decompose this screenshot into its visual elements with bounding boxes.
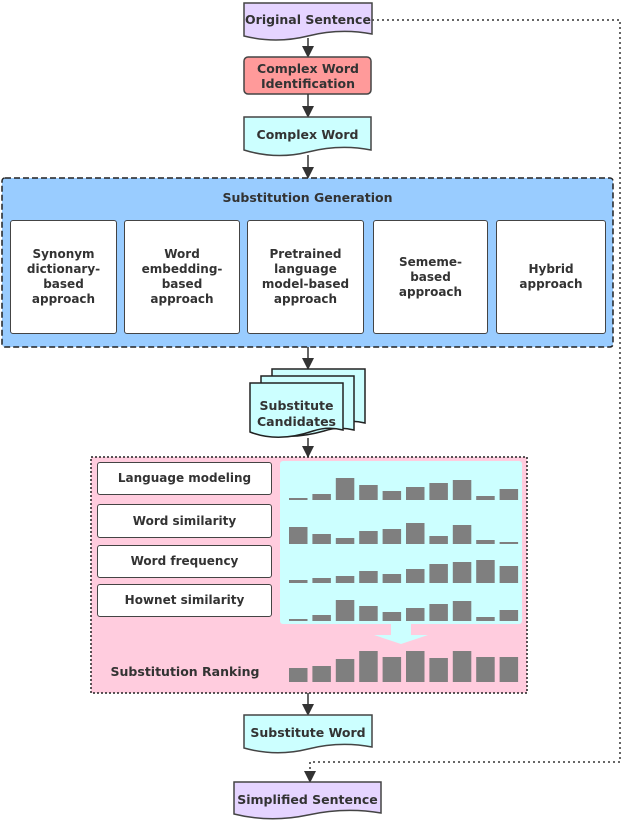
feature-1-bar-2 [335, 538, 355, 544]
feature-1-bar-1 [312, 534, 331, 544]
feature-3-bar-8 [476, 617, 495, 621]
feature-2-bar-8 [476, 560, 495, 583]
ranking-bar-4 [382, 657, 402, 682]
feature-1-bar-7 [452, 525, 472, 544]
ranking-bar-5 [406, 651, 425, 682]
ranking-bar-0 [289, 668, 308, 682]
diagram: Original Sentence Complex Word Identific… [0, 0, 628, 822]
feature-0-bar-9 [499, 489, 519, 500]
feature-1-bar-3 [359, 531, 378, 544]
ranking-bar-1 [312, 666, 331, 682]
feature-0-bar-7 [452, 480, 472, 500]
original-sentence-label: Original Sentence [245, 11, 371, 27]
feature-1-bar-0 [289, 527, 308, 544]
ranking-title: Substitution Ranking [110, 663, 260, 679]
feature-0-bar-6 [429, 483, 448, 500]
feature-0-bar-4 [382, 491, 402, 500]
approach-hybrid: Hybrid approach [496, 220, 606, 334]
feature-0-bar-5 [406, 487, 425, 500]
feature-0-bar-3 [359, 485, 378, 500]
feature-3-bar-4 [382, 612, 402, 621]
complex-word-label: Complex Word [256, 126, 359, 142]
ranking-bar-3 [359, 651, 378, 682]
feature-0-bar-8 [476, 496, 495, 500]
feature-1-bar-4 [382, 529, 402, 544]
feature-3-bar-5 [406, 608, 425, 621]
feature-3-bar-9 [499, 610, 519, 621]
substitute-word-label: Substitute Word [250, 724, 366, 740]
approach-pretrained: Pretrained language model-based approach [247, 220, 364, 334]
feature-3-bar-6 [429, 604, 448, 621]
feature-2-bar-6 [429, 564, 448, 583]
ranking-bar-8 [476, 657, 495, 682]
feature-0-bar-0 [289, 498, 308, 500]
feature-word-frequency: Word frequency [97, 545, 272, 578]
feature-0-bar-2 [335, 478, 355, 500]
ranking-bar-2 [335, 659, 355, 682]
feature-1-bar-5 [406, 523, 425, 544]
ranking-bar-7 [452, 651, 472, 682]
approach-synonym: Synonym dictionary-based approach [10, 220, 117, 334]
candidates-label: Substitute Candidates [256, 398, 337, 429]
feature-2-bar-2 [335, 576, 355, 583]
feature-2-bar-5 [406, 569, 425, 583]
feature-1-bar-6 [429, 536, 448, 544]
approach-sememe: Sememe-based approach [373, 220, 488, 334]
generation-title: Substitution Generation [222, 189, 393, 205]
ranking-bar-9 [499, 657, 519, 682]
feature-word-similarity: Word similarity [97, 504, 272, 538]
feature-3-bar-1 [312, 615, 331, 621]
feature-2-bar-0 [289, 580, 308, 583]
feature-0-bar-1 [312, 494, 331, 500]
feature-3-bar-7 [452, 601, 472, 621]
feature-3-bar-0 [289, 619, 308, 621]
feature-language-modeling: Language modeling [97, 462, 272, 495]
cwi-label: Complex Word Identification [257, 61, 359, 91]
feature-2-bar-1 [312, 578, 331, 583]
feature-3-bar-2 [335, 600, 355, 621]
feature-2-bar-3 [359, 571, 378, 583]
simplified-sentence-label: Simplified Sentence [237, 791, 378, 807]
feature-2-bar-7 [452, 562, 472, 583]
feature-1-bar-9 [499, 542, 519, 544]
ranking-bar-6 [429, 658, 448, 682]
feature-2-bar-9 [499, 566, 519, 583]
approach-embedding: Word embedding-based approach [124, 220, 240, 334]
feature-1-bar-8 [476, 540, 495, 544]
feature-hownet-similarity: Hownet similarity [97, 584, 272, 617]
feature-3-bar-3 [359, 606, 378, 621]
feature-2-bar-4 [382, 574, 402, 583]
